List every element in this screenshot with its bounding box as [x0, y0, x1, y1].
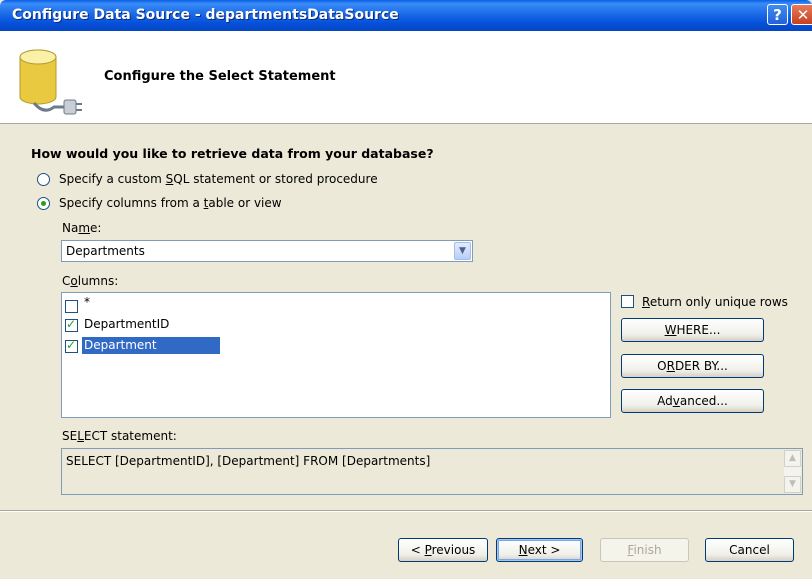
column-checkbox-department[interactable]: [65, 338, 78, 353]
wizard-header: Configure the Select Statement: [0, 31, 812, 124]
name-label: Name:: [62, 221, 102, 235]
step-title: Configure the Select Statement: [104, 69, 336, 84]
column-label-departmentid[interactable]: DepartmentID: [84, 317, 169, 331]
table-view-label[interactable]: Specify columns from a table or view: [59, 196, 282, 210]
select-statement-box[interactable]: SELECT [DepartmentID], [Department] FROM…: [61, 448, 803, 495]
database-icon: [19, 49, 82, 115]
chevron-down-icon[interactable]: ▼: [454, 242, 471, 260]
close-button[interactable]: ✕: [791, 4, 812, 25]
window-title: Configure Data Source - departmentsDataS…: [12, 7, 399, 23]
custom-sql-radio[interactable]: [37, 173, 50, 186]
where-button[interactable]: WHERE...: [621, 318, 764, 342]
select-statement-label: SELECT statement:: [62, 429, 177, 443]
finish-button[interactable]: Finish: [600, 538, 689, 562]
title-bar[interactable]: Configure Data Source - departmentsDataS…: [0, 0, 812, 31]
cancel-button[interactable]: Cancel: [705, 538, 794, 562]
next-button[interactable]: Next >: [496, 538, 583, 562]
configure-data-source-dialog: Configure Data Source - departmentsDataS…: [0, 0, 812, 579]
column-label-department[interactable]: Department: [82, 337, 220, 354]
statement-scrollbar[interactable]: ▲ ▼: [784, 450, 801, 493]
footer-divider: [0, 510, 812, 512]
unique-rows-checkbox[interactable]: [621, 295, 634, 308]
help-icon: ?: [773, 6, 782, 24]
column-checkbox-star[interactable]: [65, 300, 78, 313]
retrieve-question: How would you like to retrieve data from…: [31, 146, 434, 161]
select-statement-text: SELECT [DepartmentID], [Department] FROM…: [66, 454, 431, 468]
advanced-button[interactable]: Advanced...: [621, 389, 764, 413]
column-label-star[interactable]: *: [84, 295, 90, 309]
order-by-button[interactable]: ORDER BY...: [621, 354, 764, 378]
scroll-up-icon[interactable]: ▲: [784, 450, 801, 467]
columns-label: Columns:: [62, 274, 119, 288]
table-name-value: Departments: [66, 244, 145, 258]
unique-rows-label[interactable]: Return only unique rows: [642, 295, 788, 309]
close-icon: ✕: [796, 6, 810, 24]
previous-button[interactable]: < Previous: [398, 538, 488, 562]
custom-sql-label[interactable]: Specify a custom SQL statement or stored…: [59, 172, 378, 186]
table-name-select[interactable]: Departments ▼: [61, 240, 473, 262]
table-view-radio[interactable]: [37, 197, 50, 210]
columns-list[interactable]: * DepartmentID Department: [61, 292, 611, 418]
help-button[interactable]: ?: [767, 4, 788, 25]
scroll-down-icon[interactable]: ▼: [784, 476, 801, 493]
column-checkbox-departmentid[interactable]: [65, 317, 78, 332]
